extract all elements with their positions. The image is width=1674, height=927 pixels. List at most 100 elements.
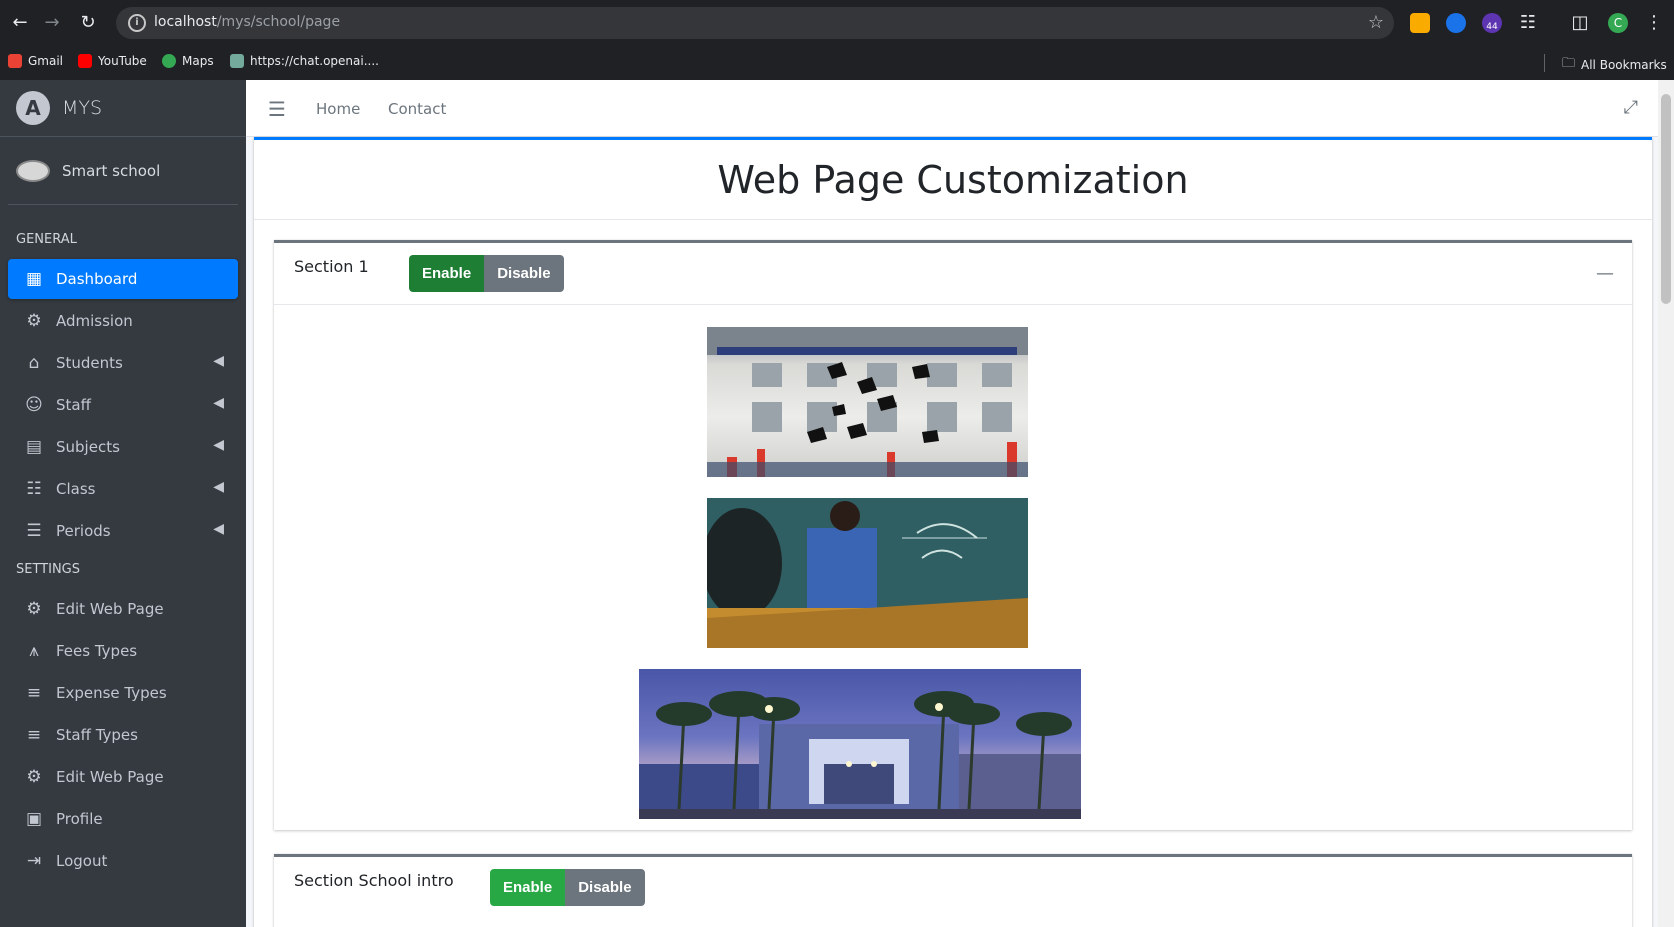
menu-kebab-icon[interactable]: ⋮: [1642, 11, 1666, 35]
section-1-toggle: Enable Disable: [409, 255, 564, 292]
sign-out-icon: ⇥: [26, 851, 42, 871]
sidebar-item-label: Class: [56, 480, 96, 498]
chevron-left-icon: ◀: [213, 395, 224, 411]
customization-card: Web Page Customization Section 1 Enable …: [254, 137, 1652, 927]
gear-icon: ⚙: [26, 767, 42, 787]
sidebar-item-logout[interactable]: ⇥ Logout: [8, 841, 238, 881]
chatgpt-icon: [230, 54, 244, 68]
collapse-minus-icon[interactable]: —: [1596, 263, 1614, 284]
top-navbar: ☰ Home Contact ⤢: [246, 80, 1658, 137]
sidebar-item-edit-web-page[interactable]: ⚙ Edit Web Page: [8, 757, 238, 797]
chalkboard-icon: ☷: [26, 479, 42, 499]
sidebar-item-label: Staff Types: [56, 726, 138, 744]
main-content: ☰ Home Contact ⤢ Web Page Customization …: [246, 80, 1658, 927]
chevron-left-icon: ◀: [213, 437, 224, 453]
receipt-icon: ≡: [26, 725, 42, 745]
bookmarks-bar: Gmail YouTube Maps https://chat.openai..…: [0, 46, 1674, 80]
sidebar-item-subjects[interactable]: ▤ Subjects ◀: [8, 427, 238, 467]
sidebar-item-edit-web-page[interactable]: ⚙ Edit Web Page: [8, 589, 238, 629]
id-badge-icon: ▣: [25, 809, 43, 829]
brand-text: MYS: [62, 97, 103, 119]
side-panel-icon[interactable]: ◫: [1568, 11, 1592, 35]
section-school-intro-toggle: Enable Disable: [490, 869, 645, 906]
sidebar-item-label: Students: [56, 354, 123, 372]
chalkboard-photo: [707, 498, 1028, 648]
bookmark-chatgpt[interactable]: https://chat.openai....: [230, 54, 379, 68]
extension-badge-icon[interactable]: 44: [1482, 13, 1502, 33]
menu-bars-icon[interactable]: ☰: [268, 97, 286, 121]
bookmark-gmail[interactable]: Gmail: [8, 54, 63, 68]
sidebar-item-periods[interactable]: ☰ Periods ◀: [8, 511, 238, 551]
sidebar-item-profile[interactable]: ▣ Profile: [8, 799, 238, 839]
page-scrollbar[interactable]: [1658, 80, 1674, 927]
sidebar-item-label: Fees Types: [56, 642, 138, 660]
gear-icon: ⚙: [26, 599, 42, 619]
sidebar-item-admission[interactable]: ⚙ Admission: [8, 301, 238, 341]
fullscreen-icon[interactable]: ⤢: [1624, 97, 1638, 118]
sidebar-item-students[interactable]: ⌂ Students ◀: [8, 343, 238, 383]
site-info-icon[interactable]: i: [128, 14, 146, 32]
sidebar-item-staff-types[interactable]: ≡ Staff Types: [8, 715, 238, 755]
section-school-intro-disable-button[interactable]: Disable: [565, 869, 645, 906]
back-icon[interactable]: ←: [8, 11, 32, 35]
sidebar-item-label: Profile: [56, 810, 103, 828]
bookmark-label: YouTube: [98, 54, 147, 68]
section-1-enable-button[interactable]: Enable: [409, 255, 485, 292]
list-icon: ☰: [26, 521, 42, 541]
graduation-image: [707, 327, 1028, 477]
graduation-cap-icon: ⌂: [28, 353, 40, 373]
bookmark-youtube[interactable]: YouTube: [78, 54, 147, 68]
sidebar-item-staff[interactable]: ☺ Staff ◀: [8, 385, 238, 425]
section-school-intro-card: Section School intro Enable Disable: [274, 854, 1632, 927]
chalkboard-image: [707, 498, 1028, 648]
filter-dollar-icon: ⩚: [29, 641, 39, 661]
card-header: Web Page Customization: [254, 140, 1652, 220]
sidebar-item-expense-types[interactable]: ≡ Expense Types: [8, 673, 238, 713]
sidebar-item-label: Expense Types: [56, 684, 167, 702]
address-url[interactable]: localhost/mys/school/page: [154, 14, 340, 30]
address-bar[interactable]: i localhost/mys/school/page ☆: [116, 7, 1394, 39]
youtube-icon: [78, 54, 92, 68]
section-school-intro-label: Section School intro: [294, 871, 454, 890]
campus-photo: [639, 691, 1081, 819]
section-1-disable-button[interactable]: Disable: [484, 255, 564, 292]
section-1-header: Section 1 Enable Disable —: [274, 243, 1632, 305]
gear-icon: ⚙: [26, 311, 42, 331]
brand-link[interactable]: A MYS: [0, 80, 246, 137]
extension-icon[interactable]: [1446, 13, 1466, 33]
book-reader-icon: ▤: [25, 437, 43, 457]
sidebar-item-label: Staff: [56, 396, 91, 414]
all-bookmarks[interactable]: 🗀 All Bookmarks: [1562, 54, 1667, 76]
nav-home-link[interactable]: Home: [316, 100, 360, 118]
section-1-card: Section 1 Enable Disable —: [274, 240, 1632, 830]
nav-header-general: GENERAL: [16, 232, 77, 247]
receipt-icon: ≡: [26, 683, 42, 703]
sidebar-item-fees-types[interactable]: ⩚ Fees Types: [8, 631, 238, 671]
extension-icon[interactable]: [1410, 13, 1430, 33]
user-avatar: [16, 159, 50, 182]
browser-toolbar: ← → ↻ i localhost/mys/school/page ☆ 44 ☷…: [0, 0, 1674, 46]
profile-avatar[interactable]: C: [1608, 13, 1628, 33]
bookmark-maps[interactable]: Maps: [162, 54, 214, 68]
nav-contact-link[interactable]: Contact: [388, 100, 446, 118]
gmail-icon: [8, 54, 22, 68]
scrollbar-thumb[interactable]: [1661, 94, 1671, 304]
bookmark-star-icon[interactable]: ☆: [1368, 12, 1384, 33]
dashboard-icon: ▦: [25, 269, 43, 289]
chevron-left-icon: ◀: [213, 479, 224, 495]
reload-icon[interactable]: ↻: [76, 11, 100, 35]
nav-header-settings: SETTINGS: [16, 562, 81, 577]
page-title: Web Page Customization: [717, 157, 1189, 202]
forward-icon[interactable]: →: [40, 11, 64, 35]
extensions-puzzle-icon[interactable]: ☷: [1516, 11, 1540, 35]
sidebar-item-label: Admission: [56, 312, 133, 330]
sidebar-item-class[interactable]: ☷ Class ◀: [8, 469, 238, 509]
sidebar-item-label: Subjects: [56, 438, 120, 456]
sidebar-item-label: Dashboard: [56, 270, 138, 288]
sidebar-item-dashboard[interactable]: ▦ Dashboard: [8, 259, 238, 299]
user-panel[interactable]: Smart school: [8, 137, 238, 205]
section-school-intro-header: Section School intro Enable Disable: [274, 857, 1632, 919]
browser-chrome: ← → ↻ i localhost/mys/school/page ☆ 44 ☷…: [0, 0, 1674, 80]
graduation-photo: [707, 327, 1028, 477]
section-school-intro-enable-button[interactable]: Enable: [490, 869, 566, 906]
